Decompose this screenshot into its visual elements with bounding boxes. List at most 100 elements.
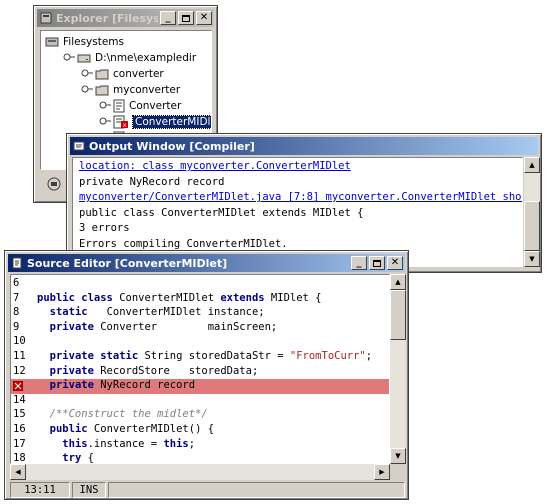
output-titlebar[interactable]: Output Window [Compiler] (70, 137, 538, 155)
code-text: /**Construct the midlet*/ (37, 408, 208, 421)
drive-icon (77, 51, 91, 65)
close-button[interactable]: ✕ (196, 11, 212, 25)
scroll-up-button[interactable]: ▲ (524, 157, 540, 173)
svg-text:x: x (123, 122, 127, 129)
line-number: 10 (13, 335, 26, 348)
code-text: private RecordStore storedData; (49, 364, 259, 377)
java-file-icon (113, 99, 125, 113)
expand-handle-icon[interactable] (99, 116, 111, 129)
code-text: private Converter mainScreen; (49, 320, 278, 333)
line-number: 11 (13, 350, 26, 362)
tree-node[interactable]: D:\nme\exampledir (63, 50, 196, 66)
expand-handle-icon[interactable] (81, 68, 93, 81)
output-line: public class ConverterMIDlet extends MID… (79, 206, 364, 219)
expand-handle-icon[interactable] (63, 52, 75, 65)
code-line[interactable]: 9 private Converter mainScreen; (11, 321, 389, 336)
explorer-title: Explorer [Filesystems] (56, 11, 158, 25)
close-icon: ✕ (390, 257, 400, 268)
tree-node[interactable]: Converter (99, 98, 181, 114)
arrow-up-icon: ▲ (529, 161, 535, 169)
expand-handle-icon[interactable] (81, 84, 93, 97)
code-line[interactable]: 8 static ConverterMIDlet instance; (11, 306, 389, 321)
line-number: 6 (13, 277, 20, 289)
filesystems-icon (45, 35, 59, 49)
maximize-button[interactable] (178, 11, 194, 25)
line-number: 9 (13, 320, 20, 333)
filesystems-tab-icon[interactable] (46, 176, 62, 192)
code-line[interactable]: 6 (11, 277, 389, 292)
tree-node[interactable]: Filesystems (45, 34, 124, 50)
explorer-titlebar[interactable]: Explorer [Filesystems] _ ✕ (37, 9, 214, 27)
output-line: private NyRecord record (79, 175, 225, 188)
minimize-button[interactable]: _ (351, 256, 367, 270)
maximize-button[interactable] (369, 256, 385, 270)
code-text: try { (62, 452, 94, 464)
tree-node-label: D:\nme\exampledir (95, 52, 197, 64)
code-area[interactable]: 6 7 public class ConverterMIDlet extends M… (10, 274, 390, 464)
code-line[interactable]: 18 try { (11, 452, 389, 464)
folder-icon (95, 68, 109, 80)
code-text: public class ConverterMIDlet extends MID… (37, 291, 322, 304)
error-code-line[interactable]: private NyRecord record (11, 379, 389, 395)
arrow-down-icon: ▼ (529, 255, 535, 263)
output-scrollbar[interactable]: ▲ ▼ (524, 157, 540, 267)
editor-titlebar[interactable]: Source Editor [ConverterMIDlet] _ ✕ (8, 254, 405, 272)
line-number: 18 (13, 452, 26, 464)
line-number: 8 (13, 306, 20, 319)
code-line[interactable]: 11 private static String storedDataStr =… (11, 350, 389, 365)
code-line[interactable]: 7 public class ConverterMIDlet extends MI… (11, 292, 389, 307)
output-window-icon (73, 141, 85, 151)
output-error-link[interactable]: location: class myconverter.ConverterMID… (79, 160, 351, 175)
code-text: public ConverterMIDlet() { (49, 423, 215, 435)
editor-status-bar: 13:11 INS (10, 482, 405, 498)
code-line[interactable]: 14 (11, 394, 389, 409)
code-line[interactable]: 17 this.instance = this; (11, 438, 389, 453)
line-number: 16 (13, 423, 26, 435)
editor-hscrollbar[interactable]: ◀ ▶ (10, 464, 390, 480)
tree-node[interactable]: myconverter (81, 82, 180, 98)
line-number: 17 (13, 437, 26, 450)
line-number: 7 (13, 291, 20, 304)
arrow-down-icon: ▼ (395, 452, 401, 460)
scroll-up-button[interactable]: ▲ (390, 274, 406, 290)
code-line[interactable]: 16 public ConverterMIDlet() { (11, 423, 389, 438)
arrow-right-icon: ▶ (379, 468, 385, 476)
tree-node-label: converter (113, 68, 164, 80)
status-message (108, 482, 405, 498)
code-line[interactable]: 15 /**Construct the midlet*/ (11, 408, 389, 423)
line-number: 12 (13, 364, 26, 377)
output-error-link[interactable]: myconverter/ConverterMIDlet.java [7:8] m… (79, 191, 522, 206)
cursor-position: 13:11 (10, 482, 70, 498)
tree-node[interactable]: x ConverterMIDlet (99, 114, 211, 130)
maximize-icon (182, 14, 190, 22)
code-text: this.instance = this; (62, 437, 196, 450)
code-text: static ConverterMIDlet instance; (49, 306, 265, 319)
scroll-left-button[interactable]: ◀ (10, 464, 26, 480)
source-editor-window: Source Editor [ConverterMIDlet] _ ✕ 6 7 pu… (4, 250, 409, 500)
line-number: 14 (13, 393, 26, 406)
close-icon: ✕ (199, 12, 209, 23)
editor-scrollbar[interactable]: ▲ ▼ (390, 274, 406, 464)
code-line[interactable]: 12 private RecordStore storedData; (11, 365, 389, 380)
tree-node[interactable]: converter (81, 66, 164, 82)
scroll-thumb[interactable] (524, 201, 540, 251)
code-line[interactable]: 10 (11, 335, 389, 350)
scroll-down-button[interactable]: ▼ (390, 448, 406, 464)
editor-window-icon (12, 257, 22, 269)
editor-title: Source Editor [ConverterMIDlet] (27, 256, 228, 270)
minimize-button[interactable]: _ (160, 11, 176, 25)
scroll-down-button[interactable]: ▼ (524, 251, 540, 267)
tree-node-label: Converter (129, 100, 182, 112)
scroll-thumb[interactable] (390, 290, 406, 340)
arrow-left-icon: ◀ (15, 468, 21, 476)
explorer-window-icon (40, 12, 52, 24)
close-button[interactable]: ✕ (387, 256, 403, 270)
line-number: 15 (13, 408, 26, 421)
java-file-error-icon: x (113, 115, 129, 129)
expand-handle-icon[interactable] (99, 100, 111, 113)
code-text: private static String storedDataStr = "F… (49, 350, 373, 362)
tree-node-label: ConverterMIDlet (131, 115, 211, 129)
code-text: private NyRecord record (49, 379, 196, 392)
scroll-right-button[interactable]: ▶ (374, 464, 390, 480)
output-title: Output Window [Compiler] (89, 139, 255, 153)
